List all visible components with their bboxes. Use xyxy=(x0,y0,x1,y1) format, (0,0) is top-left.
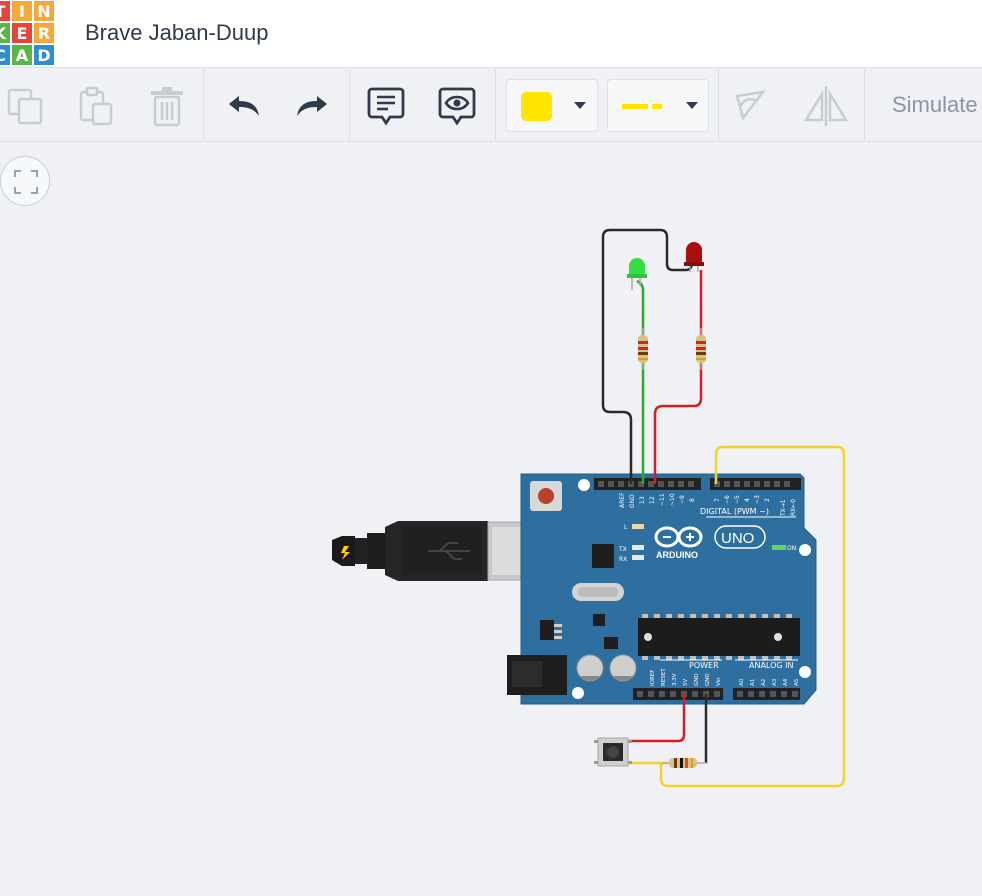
pin-label: A0 xyxy=(739,678,745,686)
pin-label: A3 xyxy=(772,678,778,686)
delete-button[interactable] xyxy=(142,69,192,142)
logo-letter: N xyxy=(33,0,55,22)
rotate-button[interactable] xyxy=(728,69,774,142)
pin-label: A2 xyxy=(761,679,767,686)
toolbar: Simulate xyxy=(0,69,982,142)
pin-label: ~10 xyxy=(669,493,676,506)
brand-label: ARDUINO xyxy=(656,550,698,560)
pin-label: ~11 xyxy=(659,493,666,506)
simulate-button[interactable]: Simulate xyxy=(892,92,978,118)
analog-label: ANALOG IN xyxy=(749,661,794,670)
circuit-canvas[interactable]: AREF GND 13 12 ~11 ~10 ~9 8 7 ~6 ~5 4 ~3… xyxy=(0,143,982,896)
logo-letter: R xyxy=(33,22,55,44)
toolbar-separator xyxy=(495,69,496,142)
mirror-icon xyxy=(803,85,849,126)
pin-label: 2 xyxy=(764,498,771,502)
trash-icon xyxy=(151,86,183,126)
logo-letter: K xyxy=(0,22,11,44)
logo-letter: T xyxy=(0,0,11,22)
power-led xyxy=(772,545,786,550)
chevron-down-icon xyxy=(686,102,698,109)
pin-label: 13 xyxy=(639,496,646,504)
digital-label: DIGITAL (PWM ~) xyxy=(700,507,769,516)
resistor-green-led[interactable] xyxy=(638,328,648,370)
undo-icon xyxy=(229,95,259,116)
pin-label: ~6 xyxy=(724,495,731,504)
notes-button[interactable] xyxy=(362,69,410,142)
color-picker[interactable] xyxy=(506,79,598,132)
power-header xyxy=(633,688,723,700)
pin-label: 3.3V xyxy=(672,673,678,686)
tx-label: TX xyxy=(618,546,627,553)
usb-chip xyxy=(592,544,614,568)
redo-button[interactable] xyxy=(288,69,338,142)
pin-label: GND xyxy=(629,494,636,508)
pin-label: TX→1 xyxy=(780,499,787,517)
pin-label: GND xyxy=(705,673,711,686)
resistor-red-led[interactable] xyxy=(696,328,706,370)
pushbutton[interactable] xyxy=(594,737,632,767)
resistor-button[interactable] xyxy=(662,758,708,768)
rx-label: RX xyxy=(619,556,627,563)
pin-label: RX←0 xyxy=(790,499,797,516)
notes-icon xyxy=(367,87,405,126)
logo-letter: I xyxy=(11,0,33,22)
top-bar: T I N K E R C A D Brave Jaban-Duup xyxy=(0,0,982,68)
tinkercad-logo[interactable]: T I N K E R C A D xyxy=(0,0,55,66)
pin-label: A1 xyxy=(750,679,756,686)
mirror-button[interactable] xyxy=(800,69,852,142)
logo-letter: C xyxy=(0,44,11,66)
mount-hole xyxy=(799,544,811,556)
chevron-down-icon xyxy=(574,102,586,109)
pin-label: 7 xyxy=(714,498,721,502)
paste-button[interactable] xyxy=(70,69,120,142)
show-notes-button[interactable] xyxy=(433,69,481,142)
pin-label: 4 xyxy=(744,498,751,502)
toolbar-separator xyxy=(349,69,350,142)
pin-label: GND xyxy=(694,673,700,686)
pin-label: ~5 xyxy=(734,495,741,504)
pin-label: AREF xyxy=(619,492,626,508)
pin-label: 5V xyxy=(683,679,689,686)
color-swatch xyxy=(521,92,552,121)
arduino-board[interactable]: AREF GND 13 12 ~11 ~10 ~9 8 7 ~6 ~5 4 ~3… xyxy=(507,473,817,705)
line-style-picker[interactable] xyxy=(607,79,709,132)
eye-comment-icon xyxy=(438,87,476,126)
logo-letter: D xyxy=(33,44,55,66)
pin-label: 12 xyxy=(649,496,656,504)
led-red[interactable] xyxy=(684,242,704,272)
pin-label: A4 xyxy=(783,678,789,686)
led-green[interactable] xyxy=(627,258,647,290)
pin-label: ~9 xyxy=(679,495,686,504)
analog-header xyxy=(733,688,800,700)
wire-red-12[interactable] xyxy=(653,270,703,484)
pin-label: ~3 xyxy=(754,495,761,504)
logo-letter: A xyxy=(11,44,33,66)
model-label: UNO xyxy=(721,530,754,547)
logo-letter: E xyxy=(11,22,33,44)
rotate-icon xyxy=(735,89,766,121)
redo-icon xyxy=(297,95,327,116)
toolbar-separator xyxy=(864,69,865,142)
paste-icon xyxy=(79,86,113,125)
copy-icon xyxy=(7,88,43,124)
undo-button[interactable] xyxy=(218,69,268,142)
toolbar-separator xyxy=(203,69,204,142)
mount-hole xyxy=(578,479,590,491)
project-title[interactable]: Brave Jaban-Duup xyxy=(85,20,268,46)
pin-label: A5 xyxy=(794,678,800,686)
mount-hole xyxy=(799,666,811,678)
power-label: POWER xyxy=(689,661,719,670)
wire-green-13[interactable] xyxy=(636,279,645,484)
regulator xyxy=(540,620,554,640)
mount-hole xyxy=(572,687,584,699)
pin-label: Vin xyxy=(716,677,722,686)
dashed-line-icon xyxy=(622,104,662,109)
toolbar-separator xyxy=(718,69,719,142)
pin-label: RESET xyxy=(661,668,667,686)
pin-label: IOREF xyxy=(650,670,656,686)
on-label: ON xyxy=(787,545,796,552)
pin-label: 8 xyxy=(689,498,696,502)
copy-button[interactable] xyxy=(0,69,50,142)
